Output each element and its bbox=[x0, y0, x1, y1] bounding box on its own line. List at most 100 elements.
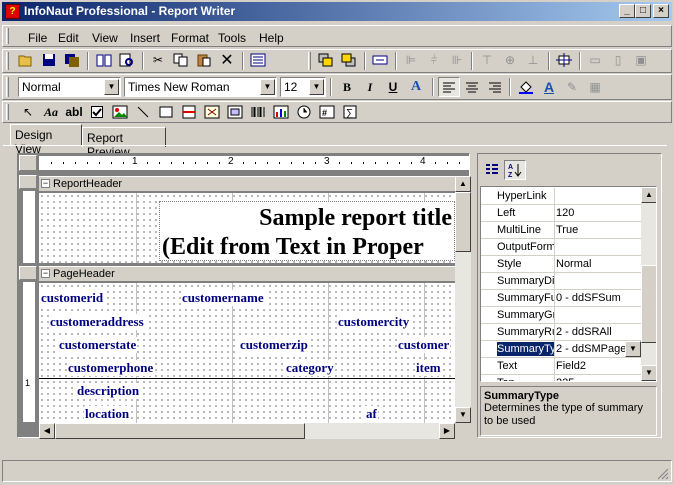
field-customerid[interactable]: customerid bbox=[40, 290, 105, 306]
italic-button[interactable]: I bbox=[359, 77, 381, 97]
field-item[interactable]: item bbox=[415, 360, 442, 376]
font-color-button[interactable]: A bbox=[405, 77, 427, 97]
scroll-left-icon[interactable]: ◀ bbox=[39, 423, 55, 439]
app-icon[interactable]: ? bbox=[5, 4, 20, 19]
toolbar-grip[interactable] bbox=[6, 52, 9, 70]
collapse-icon[interactable]: − bbox=[41, 179, 50, 188]
rich-text-icon[interactable]: # bbox=[316, 102, 338, 122]
snap-grid-icon[interactable] bbox=[369, 50, 391, 70]
delete-icon[interactable]: ✕ bbox=[216, 50, 238, 70]
canvas-horizontal-scrollbar[interactable]: ◀ ▶ bbox=[39, 423, 455, 439]
align-left-text-icon[interactable] bbox=[438, 77, 460, 97]
paste-icon[interactable] bbox=[193, 50, 215, 70]
property-row[interactable]: Top225 bbox=[481, 375, 641, 381]
report-header-bar[interactable]: − ReportHeader bbox=[39, 176, 471, 192]
style-combo[interactable]: Normal ▼ bbox=[18, 77, 121, 97]
property-value[interactable]: 2 - ddSRAll bbox=[556, 326, 612, 338]
property-row[interactable]: SummaryTy 2 - ddSMPageT ▼ bbox=[481, 341, 641, 358]
props-vertical-scrollbar[interactable]: ▲ ▼ bbox=[641, 187, 656, 381]
text-color-icon[interactable]: A bbox=[538, 77, 560, 97]
scroll-up-icon[interactable]: ▲ bbox=[455, 176, 471, 192]
property-value[interactable]: 0 - ddSFSum bbox=[556, 292, 621, 304]
scroll-right-icon[interactable]: ▶ bbox=[439, 423, 455, 439]
save-all-icon[interactable] bbox=[61, 50, 83, 70]
toolbar2-grip[interactable] bbox=[308, 52, 311, 70]
section-handle[interactable] bbox=[19, 266, 37, 280]
menu-edit[interactable]: Edit bbox=[58, 31, 79, 45]
property-grid[interactable]: HyperLink Left 120 MultiLine True OutputForm S… bbox=[480, 186, 657, 382]
book-icon[interactable] bbox=[93, 50, 115, 70]
scroll-thumb[interactable] bbox=[55, 423, 305, 439]
property-row[interactable]: Left 120 bbox=[481, 205, 641, 222]
align-center-text-icon[interactable] bbox=[461, 77, 483, 97]
menu-file[interactable]: File bbox=[28, 31, 47, 45]
section-handle[interactable] bbox=[19, 175, 37, 189]
cut-icon[interactable]: ✂ bbox=[147, 50, 169, 70]
rectangle-icon[interactable] bbox=[155, 102, 177, 122]
copy-icon[interactable] bbox=[170, 50, 192, 70]
controls-grip[interactable] bbox=[6, 104, 9, 120]
save-icon[interactable] bbox=[38, 50, 60, 70]
tab-report-preview[interactable]: Report Preview bbox=[82, 127, 166, 159]
report-title-textbox[interactable]: Sample report title (Edit from Text in P… bbox=[159, 201, 455, 261]
maximize-button[interactable]: □ bbox=[635, 4, 651, 18]
field-customerstate[interactable]: customerstate bbox=[58, 337, 138, 353]
menu-tools[interactable]: Tools bbox=[218, 31, 246, 45]
property-value[interactable]: 225 bbox=[556, 377, 574, 381]
field-customerphone[interactable]: customerphone bbox=[67, 360, 155, 376]
page-break-icon[interactable] bbox=[178, 102, 200, 122]
property-row[interactable]: Text Field2 bbox=[481, 358, 641, 375]
chevron-down-icon[interactable]: ▼ bbox=[309, 79, 324, 95]
field-customeraddress[interactable]: customeraddress bbox=[49, 314, 145, 330]
separator-line[interactable] bbox=[39, 378, 455, 379]
field-customer-cut[interactable]: customer bbox=[397, 337, 451, 353]
ole-object-icon[interactable] bbox=[201, 102, 223, 122]
property-row[interactable]: OutputForm bbox=[481, 239, 641, 256]
underline-button[interactable]: U bbox=[382, 77, 404, 97]
clock-icon[interactable] bbox=[293, 102, 315, 122]
checkbox-icon[interactable] bbox=[86, 102, 108, 122]
title-bar[interactable]: ? InfoNaut Professional - Report Writer … bbox=[2, 2, 672, 21]
size-combo[interactable]: 12 ▼ bbox=[280, 77, 326, 97]
menu-help[interactable]: Help bbox=[259, 31, 284, 45]
scroll-down-icon[interactable]: ▼ bbox=[455, 407, 471, 423]
property-row[interactable]: HyperLink bbox=[481, 188, 641, 205]
page-header-bar[interactable]: − PageHeader bbox=[39, 266, 471, 282]
scroll-thumb[interactable] bbox=[641, 265, 656, 343]
categorized-icon[interactable] bbox=[481, 160, 503, 180]
center-control-icon[interactable] bbox=[553, 50, 575, 70]
field-location[interactable]: location bbox=[84, 406, 131, 422]
property-value[interactable]: Normal bbox=[556, 258, 591, 270]
line-icon[interactable] bbox=[132, 102, 154, 122]
property-row[interactable]: SummaryRu 2 - ddSRAll bbox=[481, 324, 641, 341]
send-back-icon[interactable] bbox=[338, 50, 360, 70]
field-list-icon[interactable] bbox=[247, 50, 269, 70]
menu-insert[interactable]: Insert bbox=[130, 31, 160, 45]
resize-grip-icon[interactable] bbox=[657, 468, 669, 480]
property-row[interactable]: SummaryDis bbox=[481, 273, 641, 290]
design-canvas[interactable]: 1 2 3 4 1 − ReportHeader Sample report ti… bbox=[17, 153, 471, 439]
canvas-vertical-scrollbar[interactable]: ▲ ▼ bbox=[455, 176, 471, 423]
image-icon[interactable] bbox=[109, 102, 131, 122]
font-combo[interactable]: Times New Roman ▼ bbox=[124, 77, 277, 97]
scroll-down-icon[interactable]: ▼ bbox=[641, 365, 656, 381]
chevron-down-icon[interactable]: ▼ bbox=[260, 79, 275, 95]
bring-front-icon[interactable] bbox=[315, 50, 337, 70]
menu-grip[interactable] bbox=[6, 28, 9, 44]
field-af[interactable]: af bbox=[365, 406, 378, 422]
open-icon[interactable] bbox=[15, 50, 37, 70]
property-value[interactable]: True bbox=[556, 224, 578, 236]
textbox-tool[interactable]: abl bbox=[63, 102, 85, 122]
field-description[interactable]: description bbox=[76, 383, 141, 399]
align-right-text-icon[interactable] bbox=[484, 77, 506, 97]
property-row[interactable]: SummaryFu 0 - ddSFSum bbox=[481, 290, 641, 307]
alphabetical-icon[interactable]: AZ bbox=[504, 160, 526, 180]
bold-button[interactable]: B bbox=[336, 77, 358, 97]
field-category[interactable]: category bbox=[285, 360, 335, 376]
scroll-up-icon[interactable]: ▲ bbox=[641, 187, 656, 203]
format-grip[interactable] bbox=[6, 77, 9, 97]
scroll-thumb[interactable] bbox=[455, 192, 471, 252]
menu-format[interactable]: Format bbox=[171, 31, 209, 45]
tab-design-view[interactable]: Design View bbox=[10, 124, 82, 156]
property-row[interactable]: SummaryGr bbox=[481, 307, 641, 324]
